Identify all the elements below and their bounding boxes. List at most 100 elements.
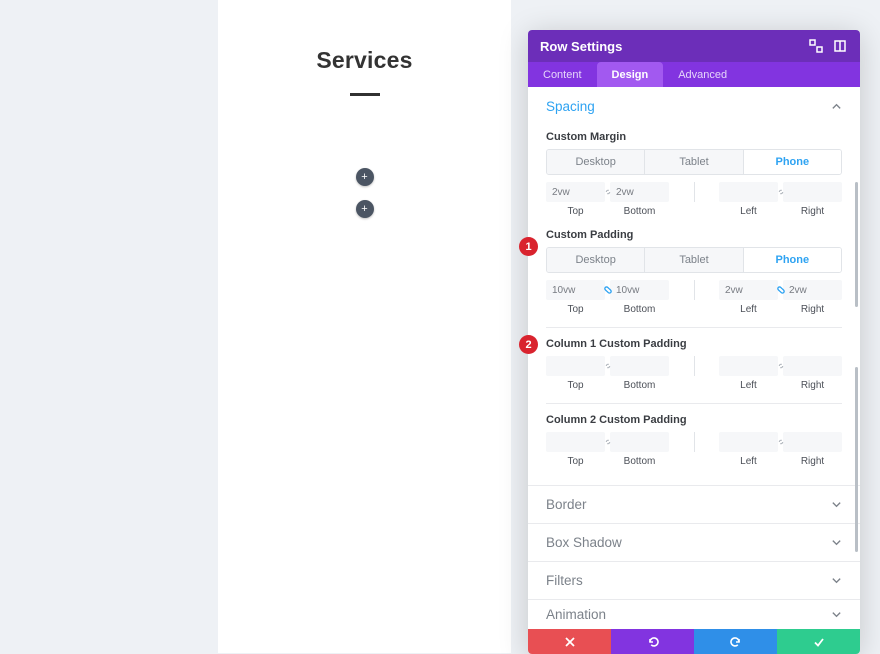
panel-tabs: Content Design Advanced <box>528 62 860 87</box>
col1-bottom-input[interactable] <box>610 356 669 376</box>
section-filters[interactable]: Filters <box>528 561 860 599</box>
section-border[interactable]: Border <box>528 485 860 523</box>
label-top: Top <box>567 380 583 391</box>
margin-top-input[interactable] <box>546 182 605 202</box>
padding-bottom-input[interactable] <box>610 280 669 300</box>
spacing-body: Custom Margin Desktop Tablet Phone 1 Top… <box>528 131 860 485</box>
device-phone[interactable]: Phone <box>743 150 841 174</box>
save-button[interactable] <box>777 629 860 654</box>
link-icon[interactable] <box>773 356 788 376</box>
callout-badge-1: 1 <box>519 237 538 256</box>
margin-right-input[interactable] <box>783 182 842 202</box>
scrollbar[interactable] <box>855 182 858 307</box>
group-custom-margin: Custom Margin <box>546 131 842 143</box>
section-label: Border <box>546 497 831 512</box>
label-bottom: Bottom <box>624 304 656 315</box>
device-desktop[interactable]: Desktop <box>547 248 644 272</box>
tab-advanced[interactable]: Advanced <box>663 62 742 87</box>
chevron-down-icon <box>831 537 842 548</box>
divider <box>694 182 695 202</box>
snap-icon[interactable] <box>832 38 848 54</box>
link-icon[interactable] <box>600 356 615 376</box>
col2-bottom-input[interactable] <box>610 432 669 452</box>
group-col2-padding: Column 2 Custom Padding <box>546 414 842 426</box>
link-icon[interactable] <box>600 182 615 202</box>
group-custom-padding: Custom Padding <box>546 229 842 241</box>
tab-content[interactable]: Content <box>528 62 597 87</box>
divider <box>546 327 842 328</box>
divider <box>694 280 695 300</box>
link-icon[interactable] <box>600 280 615 300</box>
section-label: Spacing <box>546 99 831 114</box>
link-icon[interactable] <box>600 432 615 452</box>
panel-header[interactable]: Row Settings <box>528 30 860 62</box>
margin-bottom-input[interactable] <box>610 182 669 202</box>
col1-top-input[interactable] <box>546 356 605 376</box>
link-icon[interactable] <box>773 182 788 202</box>
expand-icon[interactable] <box>808 38 824 54</box>
scrollbar[interactable] <box>855 367 858 552</box>
label-bottom: Bottom <box>624 206 656 217</box>
group-col1-padding: Column 1 Custom Padding <box>546 338 842 350</box>
padding-top-input[interactable] <box>546 280 605 300</box>
add-module-button[interactable]: + <box>356 200 374 218</box>
label-right: Right <box>801 380 824 391</box>
col2-left-input[interactable] <box>719 432 778 452</box>
chevron-down-icon <box>831 575 842 586</box>
section-animation[interactable]: Animation <box>528 599 860 629</box>
padding-right-input[interactable] <box>783 280 842 300</box>
divider <box>546 403 842 404</box>
label-bottom: Bottom <box>624 456 656 467</box>
panel-body: Spacing Custom Margin Desktop Tablet Pho… <box>528 87 860 629</box>
col2-right-input[interactable] <box>783 432 842 452</box>
device-phone[interactable]: Phone <box>743 248 841 272</box>
section-label: Box Shadow <box>546 535 831 550</box>
device-tablet[interactable]: Tablet <box>644 248 742 272</box>
add-module-stack: + + <box>218 168 511 218</box>
section-spacing[interactable]: Spacing <box>528 87 860 125</box>
label-top: Top <box>567 456 583 467</box>
col1-right-input[interactable] <box>783 356 842 376</box>
divider <box>694 432 695 452</box>
label-left: Left <box>740 456 757 467</box>
section-label: Animation <box>546 607 831 622</box>
label-right: Right <box>801 304 824 315</box>
chevron-down-icon <box>831 609 842 620</box>
undo-button[interactable] <box>611 629 694 654</box>
device-tabs-margin: Desktop Tablet Phone <box>546 149 842 175</box>
cancel-button[interactable] <box>528 629 611 654</box>
page-title: Services <box>218 47 511 74</box>
label-top: Top <box>567 206 583 217</box>
link-icon[interactable] <box>773 280 788 300</box>
page-canvas: Services + + <box>218 0 511 653</box>
title-divider <box>350 93 380 96</box>
padding-inputs: Top Bottom Left Right <box>546 280 842 315</box>
chevron-down-icon <box>831 499 842 510</box>
device-tablet[interactable]: Tablet <box>644 150 742 174</box>
section-box-shadow[interactable]: Box Shadow <box>528 523 860 561</box>
chevron-up-icon <box>831 101 842 112</box>
panel-footer <box>528 629 860 654</box>
margin-left-input[interactable] <box>719 182 778 202</box>
label-right: Right <box>801 206 824 217</box>
col1-padding-inputs: Top Bottom Left Right <box>546 356 842 391</box>
col1-left-input[interactable] <box>719 356 778 376</box>
device-tabs-padding: Desktop Tablet Phone <box>546 247 842 273</box>
device-desktop[interactable]: Desktop <box>547 150 644 174</box>
row-settings-panel: Row Settings Content Design Advanced Spa… <box>528 30 860 654</box>
divider <box>694 356 695 376</box>
col2-padding-inputs: Top Bottom Left Right <box>546 432 842 467</box>
margin-inputs: Top Bottom Left Right <box>546 182 842 217</box>
padding-left-input[interactable] <box>719 280 778 300</box>
add-module-button[interactable]: + <box>356 168 374 186</box>
redo-button[interactable] <box>694 629 777 654</box>
label-right: Right <box>801 456 824 467</box>
callout-badge-2: 2 <box>519 335 538 354</box>
tab-design[interactable]: Design <box>597 62 664 87</box>
panel-title: Row Settings <box>540 39 800 54</box>
label-bottom: Bottom <box>624 380 656 391</box>
col2-top-input[interactable] <box>546 432 605 452</box>
section-label: Filters <box>546 573 831 588</box>
link-icon[interactable] <box>773 432 788 452</box>
label-left: Left <box>740 304 757 315</box>
